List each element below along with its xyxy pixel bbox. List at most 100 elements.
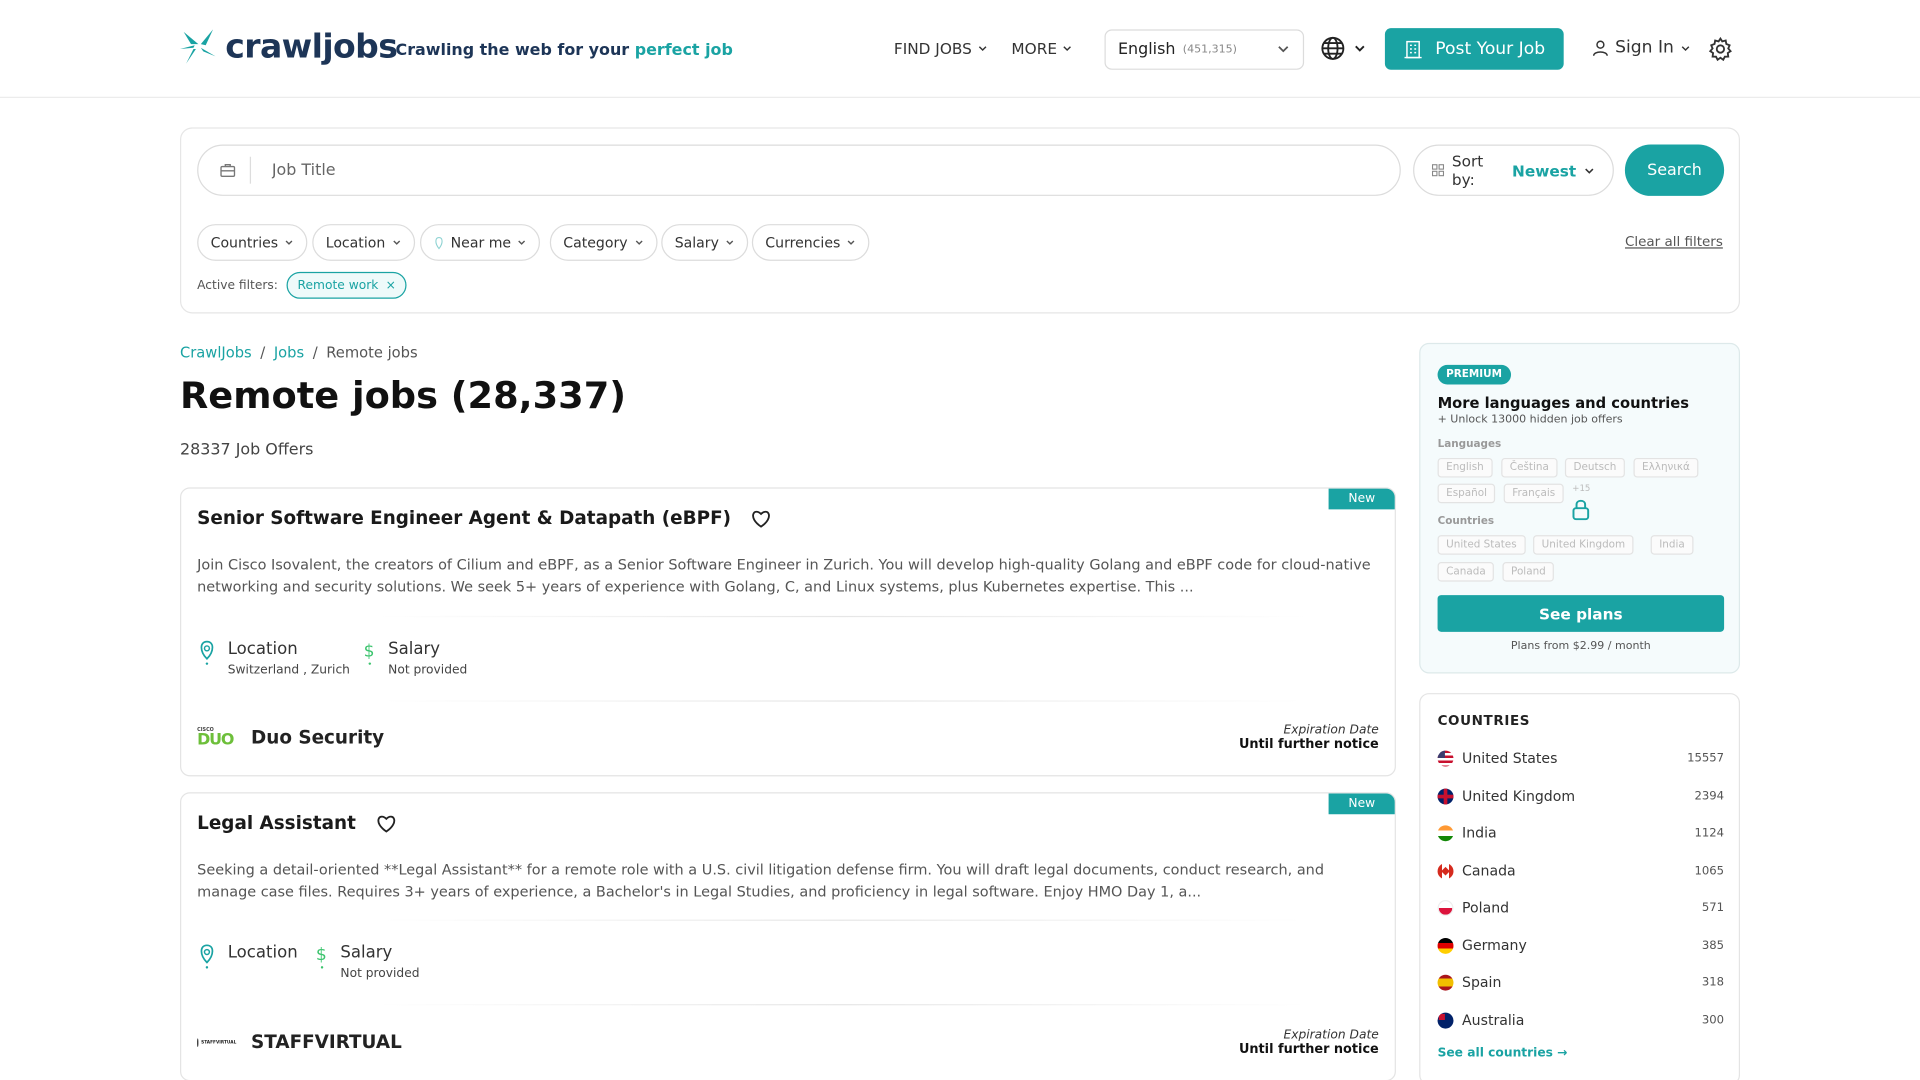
nav-find-jobs-label: FIND JOBS bbox=[893, 39, 972, 58]
language-chip: Français bbox=[1503, 483, 1564, 504]
company-name: STAFFVIRTUAL bbox=[251, 1031, 402, 1054]
logo[interactable]: crawljobs bbox=[179, 27, 398, 66]
grid-sort-icon bbox=[1431, 164, 1445, 177]
languages-more: +15 bbox=[1572, 483, 1591, 494]
expiration-label: Expiration Date bbox=[1283, 1028, 1379, 1043]
language-chip: Deutsch bbox=[1564, 457, 1625, 478]
globe-menu[interactable] bbox=[1320, 36, 1367, 62]
filter-location[interactable]: Location bbox=[312, 224, 415, 261]
heart-icon[interactable] bbox=[375, 814, 396, 833]
location-value: Switzerland , Zurich bbox=[227, 663, 350, 678]
country-name: India bbox=[1462, 824, 1497, 842]
post-job-button[interactable]: Post Your Job bbox=[1384, 28, 1564, 70]
job-location: Location bbox=[197, 943, 298, 970]
see-all-countries-link[interactable]: See all countries → bbox=[1438, 1047, 1568, 1060]
job-location: Location Switzerland , Zurich bbox=[197, 639, 350, 677]
search-button[interactable]: Search bbox=[1624, 144, 1725, 196]
premium-languages-label: Languages bbox=[1437, 438, 1502, 451]
job-title-search[interactable] bbox=[197, 144, 1401, 196]
heart-icon[interactable] bbox=[751, 509, 772, 528]
chevron-down-icon bbox=[726, 240, 734, 245]
nav-find-jobs[interactable]: FIND JOBS bbox=[893, 39, 988, 58]
svg-text:$: $ bbox=[316, 945, 327, 965]
salary-value: Not provided bbox=[340, 967, 420, 981]
breadcrumb-jobs[interactable]: Jobs bbox=[274, 344, 304, 361]
briefcase-icon bbox=[220, 164, 236, 178]
country-name: United Kingdom bbox=[1462, 787, 1576, 805]
company[interactable]: STAFFVIRTUAL STAFFVIRTUAL bbox=[197, 1031, 402, 1053]
country-name: Canada bbox=[1462, 862, 1516, 880]
salary-label: Salary bbox=[340, 942, 393, 963]
filter-label: Category bbox=[563, 233, 628, 252]
location-pin-icon bbox=[200, 944, 214, 969]
country-chip: Canada bbox=[1437, 562, 1495, 582]
country-item-germany[interactable]: Germany 385 bbox=[1437, 936, 1725, 954]
country-item-australia[interactable]: Australia 300 bbox=[1437, 1011, 1725, 1029]
job-card[interactable]: New Senior Software Engineer Agent & Dat… bbox=[180, 487, 1396, 777]
filter-salary[interactable]: Salary bbox=[661, 224, 749, 261]
nav-more-label: MORE bbox=[1011, 39, 1058, 58]
breadcrumb: CrawlJobs / Jobs / Remote jobs bbox=[180, 344, 418, 361]
expiration: Expiration Date Until further notice bbox=[1239, 1029, 1379, 1057]
job-description: Join Cisco Isovalent, the creators of Ci… bbox=[197, 555, 1371, 596]
country-count: 385 bbox=[1701, 938, 1725, 953]
job-title[interactable]: Legal Assistant bbox=[197, 812, 356, 834]
language-select[interactable]: English (451,315) bbox=[1104, 29, 1305, 70]
location-label: Location bbox=[227, 942, 298, 963]
job-salary: $ Salary Not provided bbox=[315, 943, 420, 981]
filter-currencies[interactable]: Currencies bbox=[751, 224, 870, 261]
country-count: 318 bbox=[1701, 975, 1725, 989]
expiration-value: Until further notice bbox=[1238, 1042, 1379, 1057]
premium-title: More languages and countries bbox=[1437, 394, 1690, 412]
expiration-value: Until further notice bbox=[1238, 737, 1379, 752]
filter-label: Countries bbox=[210, 233, 279, 252]
location-label: Location bbox=[227, 639, 298, 659]
job-title-row: Legal Assistant bbox=[197, 812, 396, 834]
sort-label: Sort by: bbox=[1451, 151, 1484, 189]
chevron-down-icon bbox=[1063, 46, 1072, 52]
tagline-highlight: perfect job bbox=[634, 41, 733, 61]
dollar-icon: $ bbox=[316, 945, 327, 969]
language-count: (451,315) bbox=[1182, 43, 1237, 56]
filter-near-me[interactable]: Near me bbox=[420, 224, 541, 261]
divider bbox=[377, 919, 1308, 921]
filter-category[interactable]: Category bbox=[549, 224, 657, 261]
remove-filter-icon[interactable]: × bbox=[386, 279, 396, 292]
company[interactable]: CISCO DUO Duo Security bbox=[197, 726, 384, 748]
search-separator bbox=[249, 156, 252, 184]
clear-all-filters-link[interactable]: Clear all filters bbox=[1625, 234, 1723, 250]
job-card[interactable]: New Legal Assistant Seeking a detail-ori… bbox=[180, 792, 1396, 1080]
user-icon bbox=[1592, 40, 1608, 56]
chevron-down-icon bbox=[518, 240, 526, 245]
country-count: 300 bbox=[1701, 1013, 1725, 1027]
country-name: Poland bbox=[1462, 898, 1510, 916]
language-chip: Ελληνικά bbox=[1633, 457, 1699, 478]
settings-gear-icon[interactable] bbox=[1708, 36, 1732, 62]
country-name: United States bbox=[1462, 749, 1558, 767]
sort-select[interactable]: Sort by: Newest bbox=[1413, 144, 1614, 196]
nav-more[interactable]: MORE bbox=[1011, 39, 1072, 58]
job-title-input[interactable] bbox=[271, 157, 1350, 183]
country-name: Germany bbox=[1462, 936, 1527, 954]
chevron-down-icon bbox=[847, 240, 855, 245]
country-item-united-kingdom[interactable]: United Kingdom 2394 bbox=[1437, 787, 1724, 805]
see-plans-button[interactable]: See plans bbox=[1437, 595, 1725, 632]
sign-in-menu[interactable]: Sign In bbox=[1592, 38, 1691, 58]
breadcrumb-home[interactable]: CrawlJobs bbox=[180, 344, 252, 361]
lock-icon bbox=[1572, 499, 1590, 521]
country-item-united-states[interactable]: United States 15557 bbox=[1437, 749, 1725, 767]
country-item-india[interactable]: India 1124 bbox=[1437, 824, 1724, 842]
salary-value: Not provided bbox=[388, 663, 468, 678]
plans-price-note: Plans from $2.99 / month bbox=[1510, 640, 1651, 653]
country-item-canada[interactable]: Canada 1065 bbox=[1437, 862, 1724, 880]
job-title[interactable]: Senior Software Engineer Agent & Datapat… bbox=[197, 507, 731, 529]
breadcrumb-separator: / bbox=[312, 344, 318, 362]
active-filter-chip[interactable]: Remote work × bbox=[286, 271, 407, 299]
top-header: crawljobs Crawling the web for your perf… bbox=[0, 0, 1920, 98]
country-item-spain[interactable]: Spain 318 bbox=[1437, 973, 1725, 991]
country-item-poland[interactable]: Poland 571 bbox=[1437, 898, 1724, 916]
salary-label: Salary bbox=[388, 639, 441, 659]
filter-countries[interactable]: Countries bbox=[197, 224, 308, 261]
country-count: 15557 bbox=[1687, 751, 1725, 765]
chevron-down-icon bbox=[1681, 45, 1690, 51]
